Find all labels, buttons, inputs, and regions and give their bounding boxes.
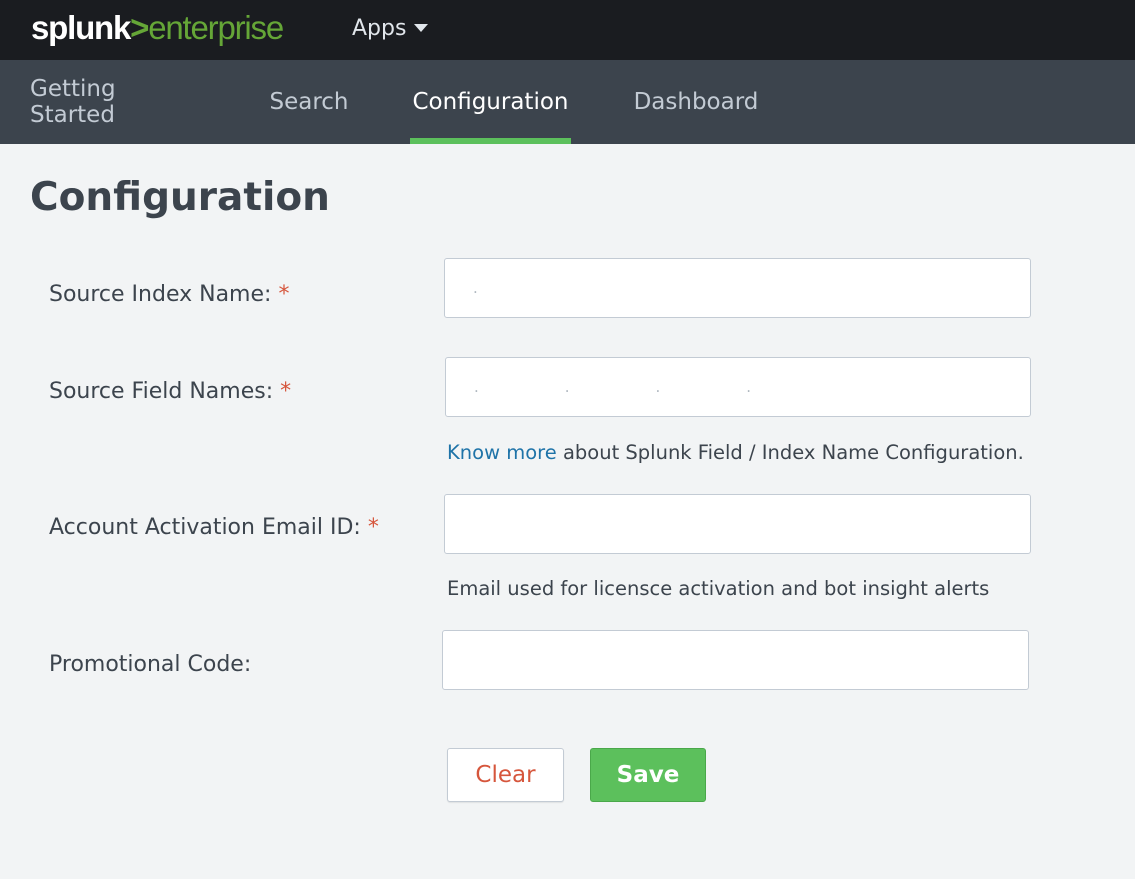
required-asterisk: * <box>278 282 290 307</box>
source-index-input[interactable] <box>444 258 1031 318</box>
tab-label: Dashboard <box>633 89 759 115</box>
source-fields-input[interactable] <box>445 357 1031 417</box>
tab-search[interactable]: Search <box>268 60 350 144</box>
fields-help-description: about Splunk Field / Index Name Configur… <box>556 441 1024 464</box>
know-more-link[interactable]: Know more <box>447 441 557 464</box>
source-index-label-text: Source Index Name: <box>49 282 272 307</box>
apps-menu[interactable]: Apps <box>352 12 429 44</box>
apps-menu-label: Apps <box>352 15 407 41</box>
source-fields-label-text: Source Field Names: <box>49 379 274 404</box>
email-label-text: Account Activation Email ID: <box>49 515 361 540</box>
logo-text-chevron: > <box>130 9 149 46</box>
top-bar: splunk>enterprise Apps <box>0 0 1135 60</box>
source-fields-label: Source Field Names: * <box>49 379 291 404</box>
tab-dashboard[interactable]: Dashboard <box>632 60 760 144</box>
splunk-enterprise-logo[interactable]: splunk>enterprise <box>31 9 284 46</box>
clear-button[interactable]: Clear <box>447 748 564 802</box>
app-nav-bar: Getting Started Search Configuration Das… <box>0 60 1135 144</box>
caret-down-icon <box>414 24 429 32</box>
tab-label: Configuration <box>412 89 569 115</box>
required-asterisk: * <box>280 379 292 404</box>
page-title: Configuration <box>30 175 330 220</box>
tab-label: Search <box>269 89 349 115</box>
email-label: Account Activation Email ID: * <box>49 515 379 540</box>
promo-code-input[interactable] <box>442 630 1029 690</box>
promo-code-label-text: Promotional Code: <box>49 652 252 677</box>
tab-getting-started[interactable]: Getting Started <box>30 60 206 144</box>
source-index-label: Source Index Name: * <box>49 282 289 307</box>
fields-help-text: Know more about Splunk Field / Index Nam… <box>447 441 1024 464</box>
save-button[interactable]: Save <box>590 748 706 802</box>
logo-text-enterprise: enterprise <box>148 9 284 46</box>
email-input[interactable] <box>444 494 1031 554</box>
promo-code-label: Promotional Code: <box>49 652 251 677</box>
tab-configuration[interactable]: Configuration <box>410 60 571 144</box>
tab-label: Getting Started <box>30 76 116 128</box>
logo-text-splunk: splunk <box>31 9 131 46</box>
email-help-text: Email used for licensce activation and b… <box>447 577 990 600</box>
required-asterisk: * <box>367 515 379 540</box>
